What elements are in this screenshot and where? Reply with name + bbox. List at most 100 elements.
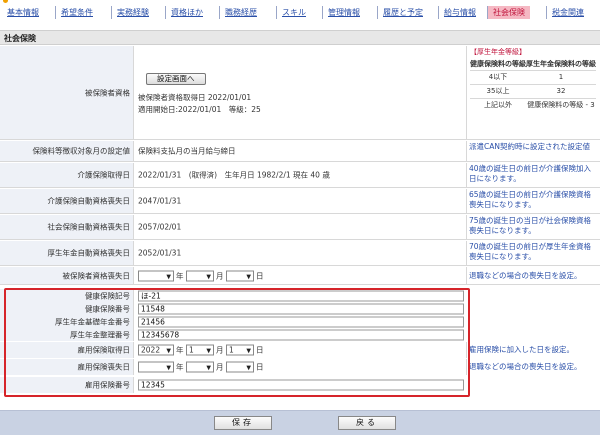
unit-year: 年 bbox=[176, 362, 184, 372]
settings-screen-button[interactable]: 設定画面へ bbox=[146, 73, 206, 85]
emp-loss-month-select[interactable]: ▼ bbox=[186, 361, 214, 373]
row-note: 退職などの場合の喪失日を設定。 bbox=[466, 267, 600, 284]
back-button[interactable]: 戻る bbox=[338, 416, 396, 430]
row-note: 雇用保険に加入した日を設定。 bbox=[466, 342, 600, 358]
employment-insurance-loss-row: 雇用保険喪失日 ▼ 年 ▼ 月 ▼ 日 退職などの場合の喪失日を設定。 bbox=[0, 359, 600, 375]
unit-day: 日 bbox=[256, 362, 264, 372]
health-insurance-symbol-row: 健康保険記号 ほ-21 bbox=[0, 289, 600, 302]
grade-cell: 上記以外 bbox=[470, 98, 526, 112]
tab-preferences[interactable]: 希望条件 bbox=[55, 6, 98, 19]
row-label: 介護保険自動資格喪失日 bbox=[47, 196, 131, 206]
insured-loss-day-select[interactable]: ▼ bbox=[226, 270, 254, 281]
pension-auto-loss-row: 厚生年金自動資格喪失日 2052/01/31 70歳の誕生日の前日が厚生年金資格… bbox=[0, 241, 600, 266]
row-label: 健康保険記号 bbox=[85, 291, 130, 300]
row-label: 雇用保険喪失日 bbox=[77, 362, 131, 372]
pension-reference-number-input[interactable]: 12345678 bbox=[138, 329, 464, 340]
row-note: 65歳の誕生日の前日が介護保険資格喪失日になります。 bbox=[466, 189, 600, 213]
tab-skills[interactable]: スキル bbox=[276, 6, 311, 19]
emp-acquired-month-select[interactable]: 1 ▼ bbox=[186, 344, 214, 356]
insured-loss-date-row: 被保険者資格喪失日 ▼ 年 ▼ 月 ▼ 日 退職などの場合の喪失日を設定。 bbox=[0, 267, 600, 285]
row-note: 40歳の誕生日の前日が介護保険加入日になります。 bbox=[466, 163, 600, 187]
unit-day: 日 bbox=[256, 345, 264, 355]
insured-loss-month-select[interactable]: ▼ bbox=[186, 270, 214, 281]
grade-col-health: 健康保険料の等級 bbox=[470, 60, 526, 68]
tab-history[interactable]: 履歴と予定 bbox=[377, 6, 428, 19]
row-label: 社会保険自動資格喪失日 bbox=[47, 222, 131, 232]
chevron-down-icon: ▼ bbox=[206, 347, 211, 355]
tab-management[interactable]: 管理情報 bbox=[322, 6, 365, 19]
grade-cell: 35以上 bbox=[470, 84, 526, 99]
insured-loss-year-select[interactable]: ▼ bbox=[138, 270, 174, 281]
row-value: 保険料支払月の当月給与締日 bbox=[138, 146, 236, 156]
section-header: 社会保険 bbox=[0, 30, 600, 45]
collection-month-row: 保険料等徴収対象月の設定値 保険料支払月の当月給与締日 派遣CAN契約時に設定さ… bbox=[0, 141, 600, 162]
care-insurance-acquired-row: 介護保険取得日 2022/01/31 (取得済) 生年月日 1982/2/1 現… bbox=[0, 163, 600, 188]
health-insurance-number-row: 健康保険番号 11548 bbox=[0, 302, 600, 315]
grade-cell: 健康保険料の等級 - 3 bbox=[526, 98, 596, 112]
row-label: 保険料等徴収対象月の設定値 bbox=[32, 146, 131, 156]
row-label: 介護保険取得日 bbox=[77, 170, 131, 180]
chevron-down-icon: ▼ bbox=[206, 273, 211, 280]
row-value: 2052/01/31 bbox=[138, 248, 182, 258]
row-value: 2057/02/01 bbox=[138, 222, 182, 232]
tab-experience[interactable]: 実務経験 bbox=[111, 6, 154, 19]
grade-cell: 1 bbox=[526, 70, 596, 85]
unit-day: 日 bbox=[256, 271, 264, 280]
unit-year: 年 bbox=[176, 345, 184, 355]
tab-tax[interactable]: 税金関連 bbox=[546, 6, 589, 19]
row-note: 70歳の誕生日の前日が厚生年金資格喪失日になります。 bbox=[466, 241, 600, 265]
chevron-down-icon: ▼ bbox=[206, 364, 211, 372]
tab-career[interactable]: 職務経歴 bbox=[219, 6, 262, 19]
pension-basic-number-input[interactable]: 21456 bbox=[138, 316, 464, 327]
section-title: 社会保険 bbox=[4, 34, 36, 43]
tab-basic-info[interactable]: 基本情報 bbox=[2, 6, 44, 19]
employment-insurance-number-row: 雇用保険番号 12345 bbox=[0, 377, 600, 393]
tab-bar: 基本情報 希望条件 実務経験 資格ほか 職務経歴 スキル 管理情報 履歴と予定 … bbox=[0, 4, 600, 20]
row-value: 2022/01/31 (取得済) 生年月日 1982/2/1 現在 40 歳 bbox=[138, 170, 330, 180]
emp-acquired-year-select[interactable]: 2022 ▼ bbox=[138, 344, 174, 356]
health-insurance-symbol-input[interactable]: ほ-21 bbox=[138, 290, 464, 301]
row-value: 2047/01/31 bbox=[138, 196, 182, 206]
row-note: 退職などの場合の喪失日を設定。 bbox=[466, 359, 600, 375]
insured-acquired-date: 被保険者資格取得日 2022/01/01 bbox=[138, 93, 252, 102]
row-label: 雇用保険番号 bbox=[85, 380, 130, 390]
chevron-down-icon: ▼ bbox=[166, 347, 171, 355]
insured-qualification-label: 被保険者資格 bbox=[0, 46, 134, 139]
health-insurance-number-input[interactable]: 11548 bbox=[138, 303, 464, 314]
row-label: 健康保険番号 bbox=[85, 304, 130, 313]
grade-cell: 32 bbox=[526, 84, 596, 99]
tab-salary[interactable]: 給与情報 bbox=[438, 6, 481, 19]
row-note: 75歳の誕生日の当日が社会保険資格喪失日になります。 bbox=[466, 215, 600, 239]
unit-month: 月 bbox=[216, 362, 224, 372]
insured-grade-info: 適用開始日:2022/01/01 等級：25 bbox=[138, 105, 261, 114]
footer-bar: 保存 戻る bbox=[0, 410, 600, 435]
row-label: 厚生年金自動資格喪失日 bbox=[47, 248, 131, 258]
grade-table-heading: 【厚生年金等級】 bbox=[470, 48, 526, 56]
emp-loss-day-select[interactable]: ▼ bbox=[226, 361, 254, 373]
row-label: 被保険者資格喪失日 bbox=[62, 271, 131, 280]
tab-qualifications[interactable]: 資格ほか bbox=[165, 6, 208, 19]
pension-grade-table: 【厚生年金等級】 健康保険料の等級 厚生年金保険料の等級 4以下 1 35以上 … bbox=[470, 47, 596, 112]
employment-insurance-acquired-row: 雇用保険取得日 2022 ▼ 年 1 ▼ 月 1 ▼ 日 雇用保険に加入した日を設定。 bbox=[0, 342, 600, 358]
insured-qualification-value: 設定画面へ 被保険者資格取得日 2022/01/01 適用開始日:2022/01… bbox=[136, 46, 464, 139]
row-label: 厚生年金基礎年金番号 bbox=[55, 317, 130, 326]
chevron-down-icon: ▼ bbox=[246, 347, 251, 355]
grade-cell: 4以下 bbox=[470, 70, 526, 85]
unit-month: 月 bbox=[216, 271, 224, 280]
pension-reference-number-row: 厚生年金整理番号 12345678 bbox=[0, 328, 600, 341]
grade-col-pension: 厚生年金保険料の等級 bbox=[526, 60, 596, 68]
row-note: 派遣CAN契約時に設定された設定値 bbox=[466, 141, 600, 161]
status-dot-icon bbox=[3, 0, 8, 3]
social-insurance-auto-loss-row: 社会保険自動資格喪失日 2057/02/01 75歳の誕生日の当日が社会保険資格… bbox=[0, 215, 600, 240]
care-insurance-auto-loss-row: 介護保険自動資格喪失日 2047/01/31 65歳の誕生日の前日が介護保険資格… bbox=[0, 189, 600, 214]
chevron-down-icon: ▼ bbox=[166, 273, 171, 280]
chevron-down-icon: ▼ bbox=[166, 364, 171, 372]
pension-basic-number-row: 厚生年金基礎年金番号 21456 bbox=[0, 315, 600, 328]
unit-month: 月 bbox=[216, 345, 224, 355]
save-button[interactable]: 保存 bbox=[214, 416, 272, 430]
row-label: 雇用保険取得日 bbox=[77, 345, 131, 355]
emp-loss-year-select[interactable]: ▼ bbox=[138, 361, 174, 373]
tab-social-insurance[interactable]: 社会保険 bbox=[487, 6, 530, 19]
employment-insurance-number-input[interactable]: 12345 bbox=[138, 379, 464, 391]
emp-acquired-day-select[interactable]: 1 ▼ bbox=[226, 344, 254, 356]
